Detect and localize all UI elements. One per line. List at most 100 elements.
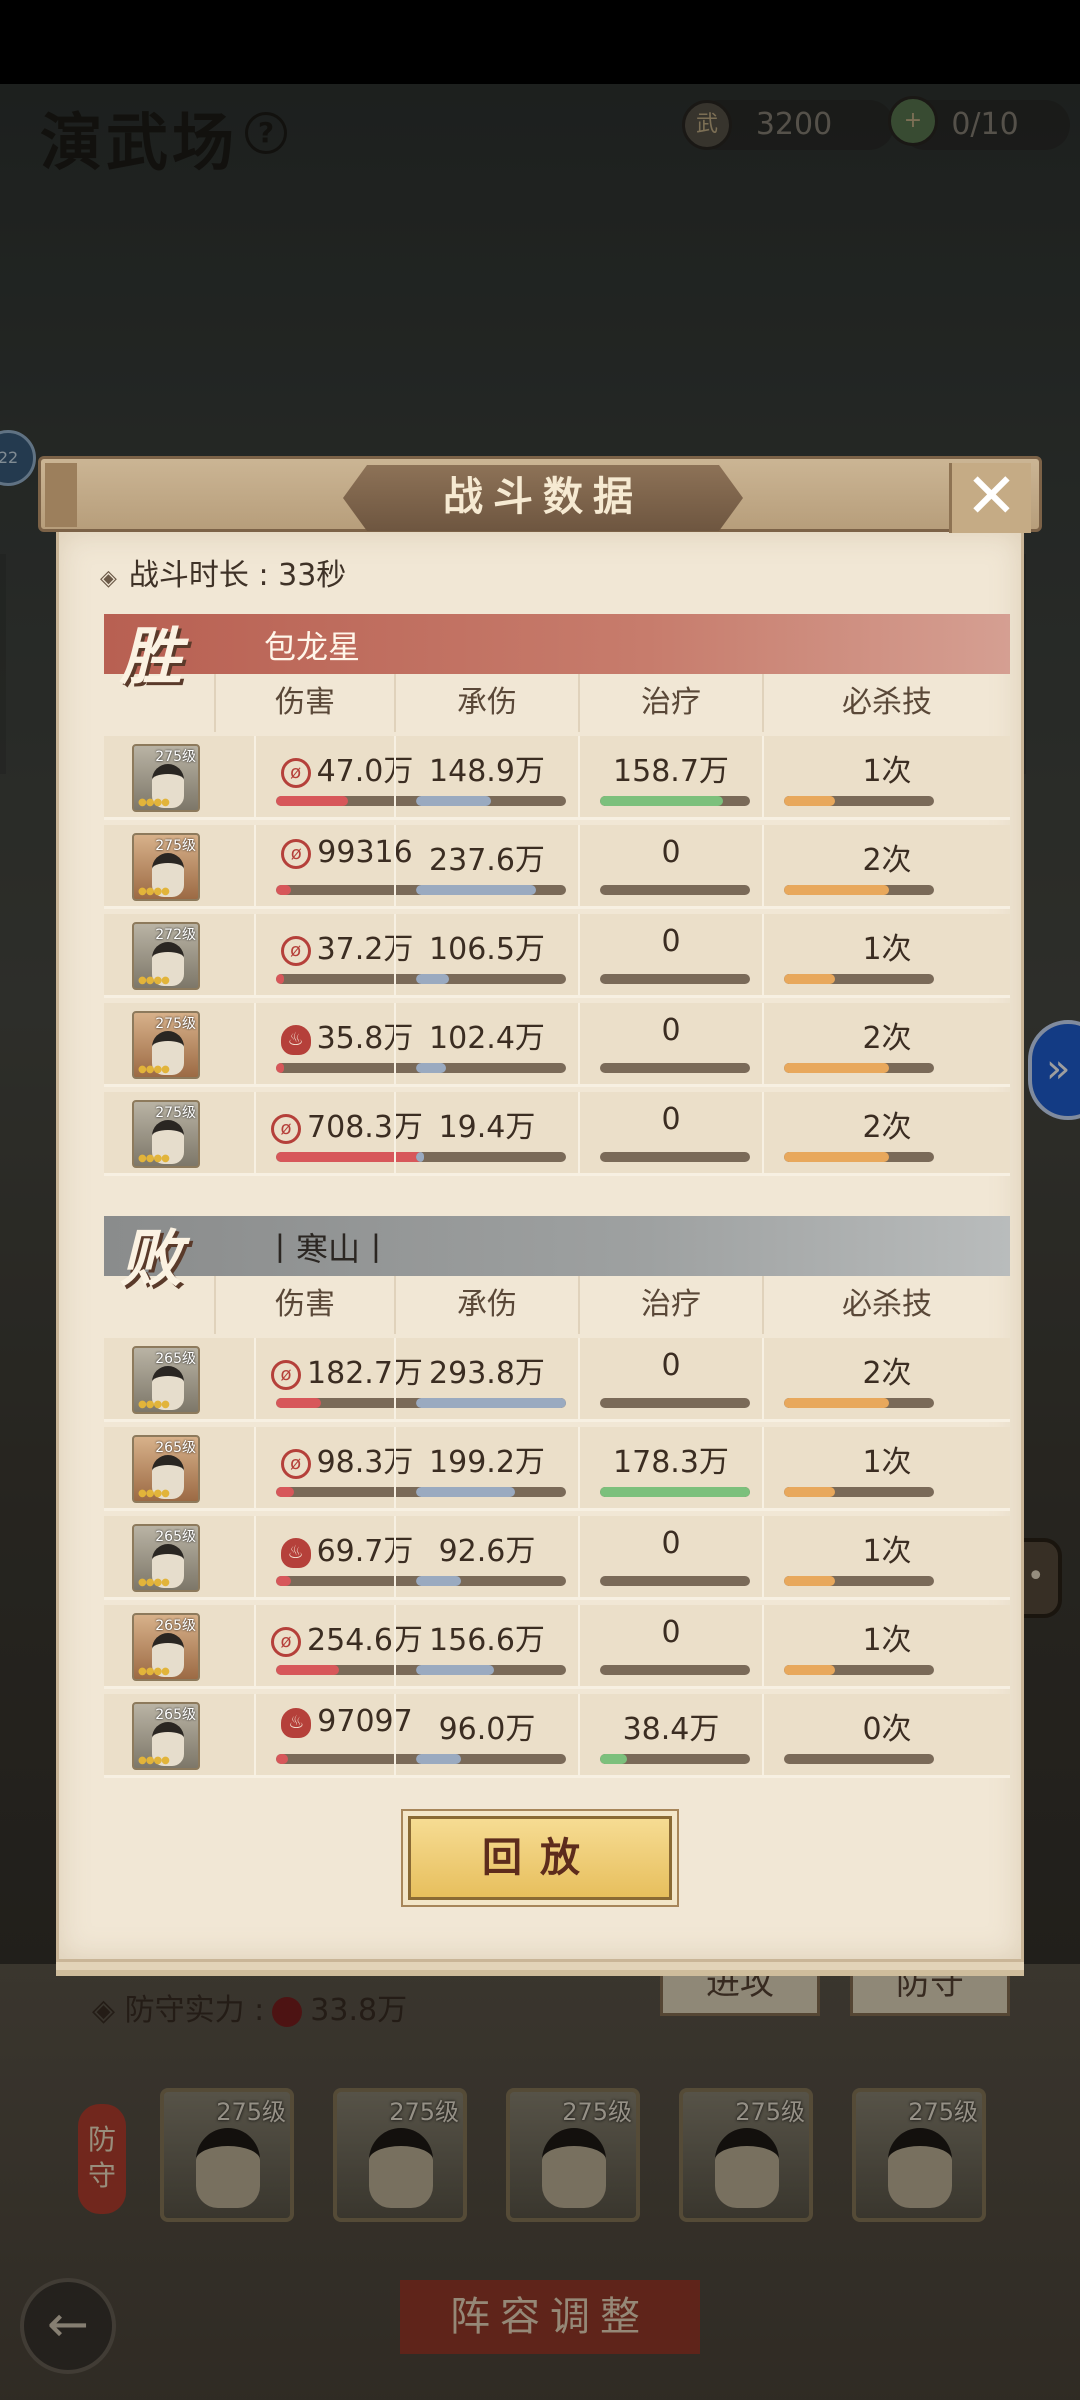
taken-value: 148.9万	[396, 746, 578, 790]
heal-text: 0	[661, 1013, 681, 1048]
hero-level: 265级	[155, 1529, 196, 1545]
taken-cell: 237.6万	[394, 825, 578, 909]
hero-avatar[interactable]: 265级 ●●●●	[132, 1435, 200, 1503]
taken-value: 19.4万	[396, 1102, 578, 1146]
ult-bar	[784, 885, 934, 895]
taken-bar	[416, 1398, 566, 1408]
column-header: 承伤	[394, 674, 578, 732]
star-icons: ●●●●	[138, 1399, 170, 1410]
heal-bar	[600, 1063, 750, 1073]
heal-text: 158.7万	[613, 754, 729, 789]
close-icon[interactable]: ✕	[949, 463, 1031, 533]
ult-cell: 2次	[762, 825, 1010, 909]
loser-team-header: 败 丨寒山丨	[104, 1216, 1010, 1295]
heal-bar-fill	[600, 1487, 750, 1497]
taken-bar	[416, 1754, 566, 1764]
heal-cell: 0	[578, 914, 762, 998]
ult-text: 2次	[862, 1021, 912, 1056]
ult-value: 0次	[764, 1704, 1010, 1748]
hero-level: 272级	[155, 927, 196, 943]
slash-damage-icon: ø	[271, 1359, 302, 1390]
diamond-icon: ◈	[100, 566, 117, 591]
heal-text: 0	[661, 1102, 681, 1137]
taken-text: 106.5万	[429, 932, 545, 967]
taken-value: 156.6万	[396, 1615, 578, 1659]
damage-bar-fill	[276, 1665, 339, 1675]
ult-value: 1次	[764, 746, 1010, 790]
heal-value: 178.3万	[580, 1437, 762, 1481]
hero-avatar[interactable]: 272级 ●●●●	[132, 922, 200, 990]
hero-avatar[interactable]: 275级 ●●●●	[132, 833, 200, 901]
star-icons: ●●●●	[138, 797, 170, 808]
hero-avatar[interactable]: 265级 ●●●●	[132, 1702, 200, 1770]
taken-bar	[416, 1152, 566, 1162]
taken-text: 293.8万	[429, 1356, 545, 1391]
heal-cell: 178.3万	[578, 1427, 762, 1511]
ult-value: 2次	[764, 835, 1010, 879]
star-icons: ●●●●	[138, 1488, 170, 1499]
ult-text: 1次	[862, 754, 912, 789]
damage-bar-fill	[276, 885, 291, 895]
taken-value: 199.2万	[396, 1437, 578, 1481]
hero-avatar[interactable]: 275级 ●●●●	[132, 1011, 200, 1079]
taken-text: 148.9万	[429, 754, 545, 789]
damage-bar-fill	[276, 1398, 321, 1408]
taken-cell: 92.6万	[394, 1516, 578, 1600]
taken-bar-fill	[416, 1576, 461, 1586]
taken-text: 102.4万	[429, 1021, 545, 1056]
taken-cell: 293.8万	[394, 1338, 578, 1422]
ult-value: 1次	[764, 1526, 1010, 1570]
ult-cell: 0次	[762, 1694, 1010, 1778]
taken-bar	[416, 974, 566, 984]
column-header: 治疗	[578, 1276, 762, 1334]
heal-bar	[600, 1152, 750, 1162]
heal-value: 0	[580, 924, 762, 959]
ult-cell: 1次	[762, 736, 1010, 820]
taken-value: 106.5万	[396, 924, 578, 968]
slash-damage-icon: ø	[280, 1448, 311, 1479]
damage-bar-fill	[276, 1487, 294, 1497]
damage-bar-fill	[276, 796, 348, 806]
replay-button[interactable]: 回放	[408, 1816, 672, 1900]
heal-text: 0	[661, 835, 681, 870]
taken-text: 156.6万	[429, 1623, 545, 1658]
taken-cell: 106.5万	[394, 914, 578, 998]
heal-text: 38.4万	[622, 1712, 720, 1747]
heal-cell: 0	[578, 1338, 762, 1422]
ult-bar	[784, 1576, 934, 1586]
heal-value: 0	[580, 1615, 762, 1650]
heal-value: 0	[580, 1526, 762, 1561]
ult-text: 1次	[862, 1623, 912, 1658]
column-header: 治疗	[578, 674, 762, 732]
heal-cell: 0	[578, 825, 762, 909]
star-icons: ●●●●	[138, 1666, 170, 1677]
hero-avatar[interactable]: 275级 ●●●●	[132, 744, 200, 812]
taken-bar	[416, 1576, 566, 1586]
table-row: 275级 ●●●● ♨ 35.8万 102.4万 0 2次	[104, 1003, 1010, 1087]
heal-bar	[600, 1665, 750, 1675]
ult-value: 1次	[764, 1437, 1010, 1481]
heal-text: 0	[661, 1526, 681, 1561]
fire-damage-icon: ♨	[281, 1707, 312, 1738]
ult-text: 1次	[862, 932, 912, 967]
heal-value: 0	[580, 1013, 762, 1048]
hero-avatar[interactable]: 275级 ●●●●	[132, 1100, 200, 1168]
taken-text: 19.4万	[438, 1110, 536, 1145]
table-row: 265级 ●●●● ø 182.7万 293.8万 0 2次	[104, 1338, 1010, 1422]
hero-avatar[interactable]: 265级 ●●●●	[132, 1524, 200, 1592]
ult-bar-fill	[784, 1487, 835, 1497]
hero-level: 275级	[155, 749, 196, 765]
hero-avatar[interactable]: 265级 ●●●●	[132, 1346, 200, 1414]
table-row: 265级 ●●●● ♨ 69.7万 92.6万 0 1次	[104, 1516, 1010, 1600]
ult-bar	[784, 1487, 934, 1497]
fire-damage-icon: ♨	[280, 1024, 311, 1055]
status-bar	[0, 0, 1080, 84]
ult-value: 2次	[764, 1013, 1010, 1057]
hero-avatar[interactable]: 265级 ●●●●	[132, 1613, 200, 1681]
heal-cell: 0	[578, 1092, 762, 1176]
heal-value: 0	[580, 835, 762, 870]
column-header: 伤害	[214, 1276, 394, 1334]
taken-text: 92.6万	[438, 1534, 536, 1569]
heal-bar	[600, 1487, 750, 1497]
taken-cell: 102.4万	[394, 1003, 578, 1087]
